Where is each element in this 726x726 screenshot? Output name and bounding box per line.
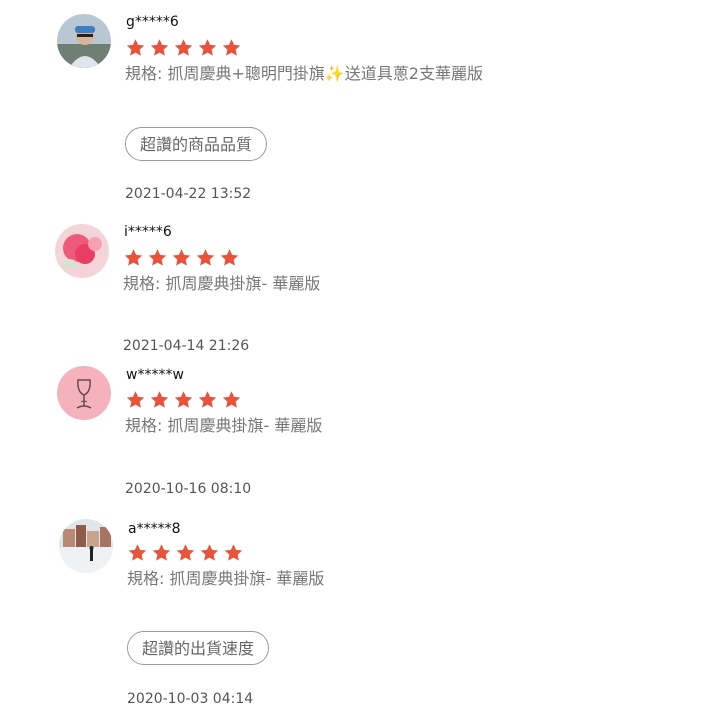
star-rating — [125, 390, 242, 410]
star-icon — [200, 544, 219, 561]
avatar[interactable] — [55, 224, 109, 278]
star-rating — [125, 38, 242, 58]
star-icon — [224, 544, 243, 561]
star-icon — [198, 39, 217, 56]
username: i*****6 — [124, 224, 172, 240]
star-icon — [222, 39, 241, 56]
review-item: i*****6 規格: 抓周慶典掛旗- 華麗版 2021-04-14 21:26 — [55, 224, 715, 354]
variant-label: 規格: 抓周慶典掛旗- 華麗版 — [123, 274, 321, 293]
star-icon — [128, 544, 147, 561]
star-icon — [150, 39, 169, 56]
avatar[interactable] — [57, 14, 111, 68]
review-tag: 超讚的出貨速度 — [127, 631, 270, 665]
star-icon — [126, 39, 145, 56]
avatar-wine-glass-icon — [57, 366, 111, 420]
review-timestamp: 2021-04-14 21:26 — [123, 338, 250, 354]
star-icon — [176, 544, 195, 561]
star-icon — [150, 391, 169, 408]
username: w*****w — [126, 367, 184, 383]
star-icon — [148, 249, 167, 266]
star-icon — [174, 391, 193, 408]
star-icon — [172, 249, 191, 266]
avatar-photo-street-icon — [59, 519, 113, 573]
avatar-photo-flower-icon — [55, 224, 109, 278]
review-timestamp: 2020-10-16 08:10 — [125, 481, 252, 497]
variant-label: 規格: 抓周慶典掛旗- 華麗版 — [127, 569, 325, 588]
star-icon — [222, 391, 241, 408]
review-timestamp: 2021-04-22 13:52 — [125, 186, 252, 202]
variant-label: 規格: 抓周慶典+聰明門掛旗✨送道具蔥2支華麗版 — [125, 64, 483, 83]
star-icon — [152, 544, 171, 561]
star-rating — [123, 248, 240, 268]
review-tag: 超讚的商品品質 — [125, 127, 268, 161]
variant-label: 規格: 抓周慶典掛旗- 華麗版 — [125, 416, 323, 435]
avatar-photo-man-icon — [57, 14, 111, 68]
review-timestamp: 2020-10-03 04:14 — [127, 691, 254, 707]
star-rating — [127, 543, 244, 563]
username: g*****6 — [126, 14, 179, 30]
star-icon — [174, 39, 193, 56]
username: a*****8 — [128, 521, 181, 537]
review-item: w*****w 規格: 抓周慶典掛旗- 華麗版 2020-10-16 08:10 — [57, 366, 717, 498]
star-icon — [124, 249, 143, 266]
star-icon — [220, 249, 239, 266]
avatar[interactable] — [59, 519, 113, 573]
avatar[interactable] — [57, 366, 111, 420]
star-icon — [126, 391, 145, 408]
star-icon — [196, 249, 215, 266]
review-item: a*****8 規格: 抓周慶典掛旗- 華麗版 超讚的出貨速度 2020-10-… — [59, 519, 719, 719]
review-item: g*****6 規格: 抓周慶典+聰明門掛旗✨送道具蔥2支華麗版 超讚的商品品質… — [57, 14, 717, 204]
star-icon — [198, 391, 217, 408]
review-list: g*****6 規格: 抓周慶典+聰明門掛旗✨送道具蔥2支華麗版 超讚的商品品質… — [0, 0, 726, 726]
